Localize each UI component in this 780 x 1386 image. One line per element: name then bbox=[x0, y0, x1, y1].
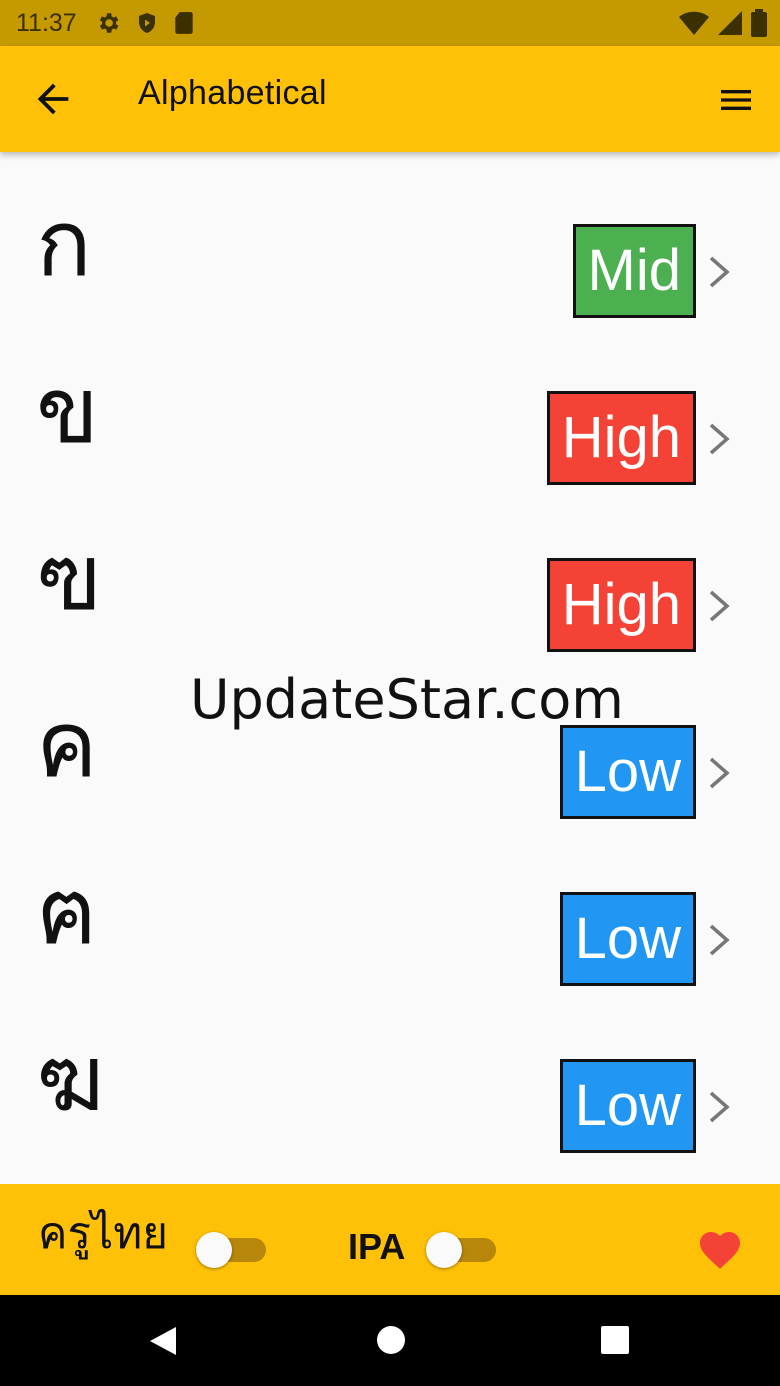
list-item[interactable]: ฆ Low bbox=[0, 987, 780, 1154]
ipa-toggle[interactable] bbox=[426, 1232, 496, 1268]
thai-letter: ฆ bbox=[36, 1025, 105, 1132]
chevron-right-icon bbox=[709, 1091, 730, 1123]
consonant-class-badge: Mid bbox=[572, 224, 696, 318]
battery-icon bbox=[751, 9, 767, 37]
thai-teacher-toggle[interactable] bbox=[196, 1232, 266, 1268]
consonant-class-badge: Low bbox=[559, 892, 696, 986]
back-button[interactable] bbox=[30, 76, 76, 122]
thai-letter: ข bbox=[36, 357, 99, 464]
shield-icon bbox=[138, 13, 155, 33]
chevron-right-icon bbox=[709, 423, 730, 455]
status-icons-right bbox=[678, 8, 768, 38]
consonant-class-badge: Low bbox=[559, 1059, 696, 1153]
hamburger-menu-icon bbox=[721, 90, 751, 110]
consonant-class-badge: Low bbox=[559, 725, 696, 819]
system-nav-bar bbox=[0, 1295, 780, 1386]
favorite-button[interactable] bbox=[696, 1226, 744, 1270]
thai-letter: ก bbox=[36, 190, 92, 297]
signal-icon bbox=[718, 11, 742, 35]
thai-teacher-label: ครูไทย bbox=[38, 1208, 168, 1259]
status-bar: 11:37 bbox=[0, 0, 780, 46]
app-bar: Alphabetical bbox=[0, 46, 780, 152]
thai-letter: ค bbox=[36, 691, 98, 798]
ipa-label: IPA bbox=[348, 1226, 406, 1267]
arrow-left-icon bbox=[37, 83, 69, 115]
home-circle-icon[interactable] bbox=[376, 1325, 406, 1355]
list-item[interactable]: ฃ High bbox=[0, 486, 780, 653]
chevron-right-icon bbox=[709, 590, 730, 622]
toggle-thumb bbox=[196, 1232, 232, 1268]
list-item[interactable]: ก Mid bbox=[0, 152, 780, 319]
chevron-right-icon bbox=[709, 757, 730, 789]
status-time: 11:37 bbox=[16, 8, 77, 37]
heart-icon bbox=[700, 1232, 740, 1269]
watermark: UpdateStar.com bbox=[190, 668, 624, 731]
sd-card-icon bbox=[175, 12, 193, 34]
chevron-right-icon bbox=[709, 924, 730, 956]
menu-button[interactable] bbox=[716, 80, 756, 120]
back-triangle-icon[interactable] bbox=[148, 1325, 178, 1357]
wifi-icon bbox=[679, 11, 709, 35]
list-item[interactable]: ข High bbox=[0, 319, 780, 486]
consonant-class-badge: High bbox=[546, 391, 696, 485]
toggle-thumb bbox=[426, 1232, 462, 1268]
page-title: Alphabetical bbox=[138, 74, 327, 112]
recents-square-icon[interactable] bbox=[600, 1325, 630, 1355]
consonant-class-badge: High bbox=[546, 558, 696, 652]
status-icons-left bbox=[95, 10, 195, 36]
list-item[interactable]: ฅ Low bbox=[0, 820, 780, 987]
thai-letter: ฅ bbox=[36, 858, 98, 965]
bottom-bar: ครูไทย IPA bbox=[0, 1184, 780, 1295]
gear-icon bbox=[99, 13, 119, 33]
thai-letter: ฃ bbox=[36, 524, 102, 631]
chevron-right-icon bbox=[709, 256, 730, 288]
